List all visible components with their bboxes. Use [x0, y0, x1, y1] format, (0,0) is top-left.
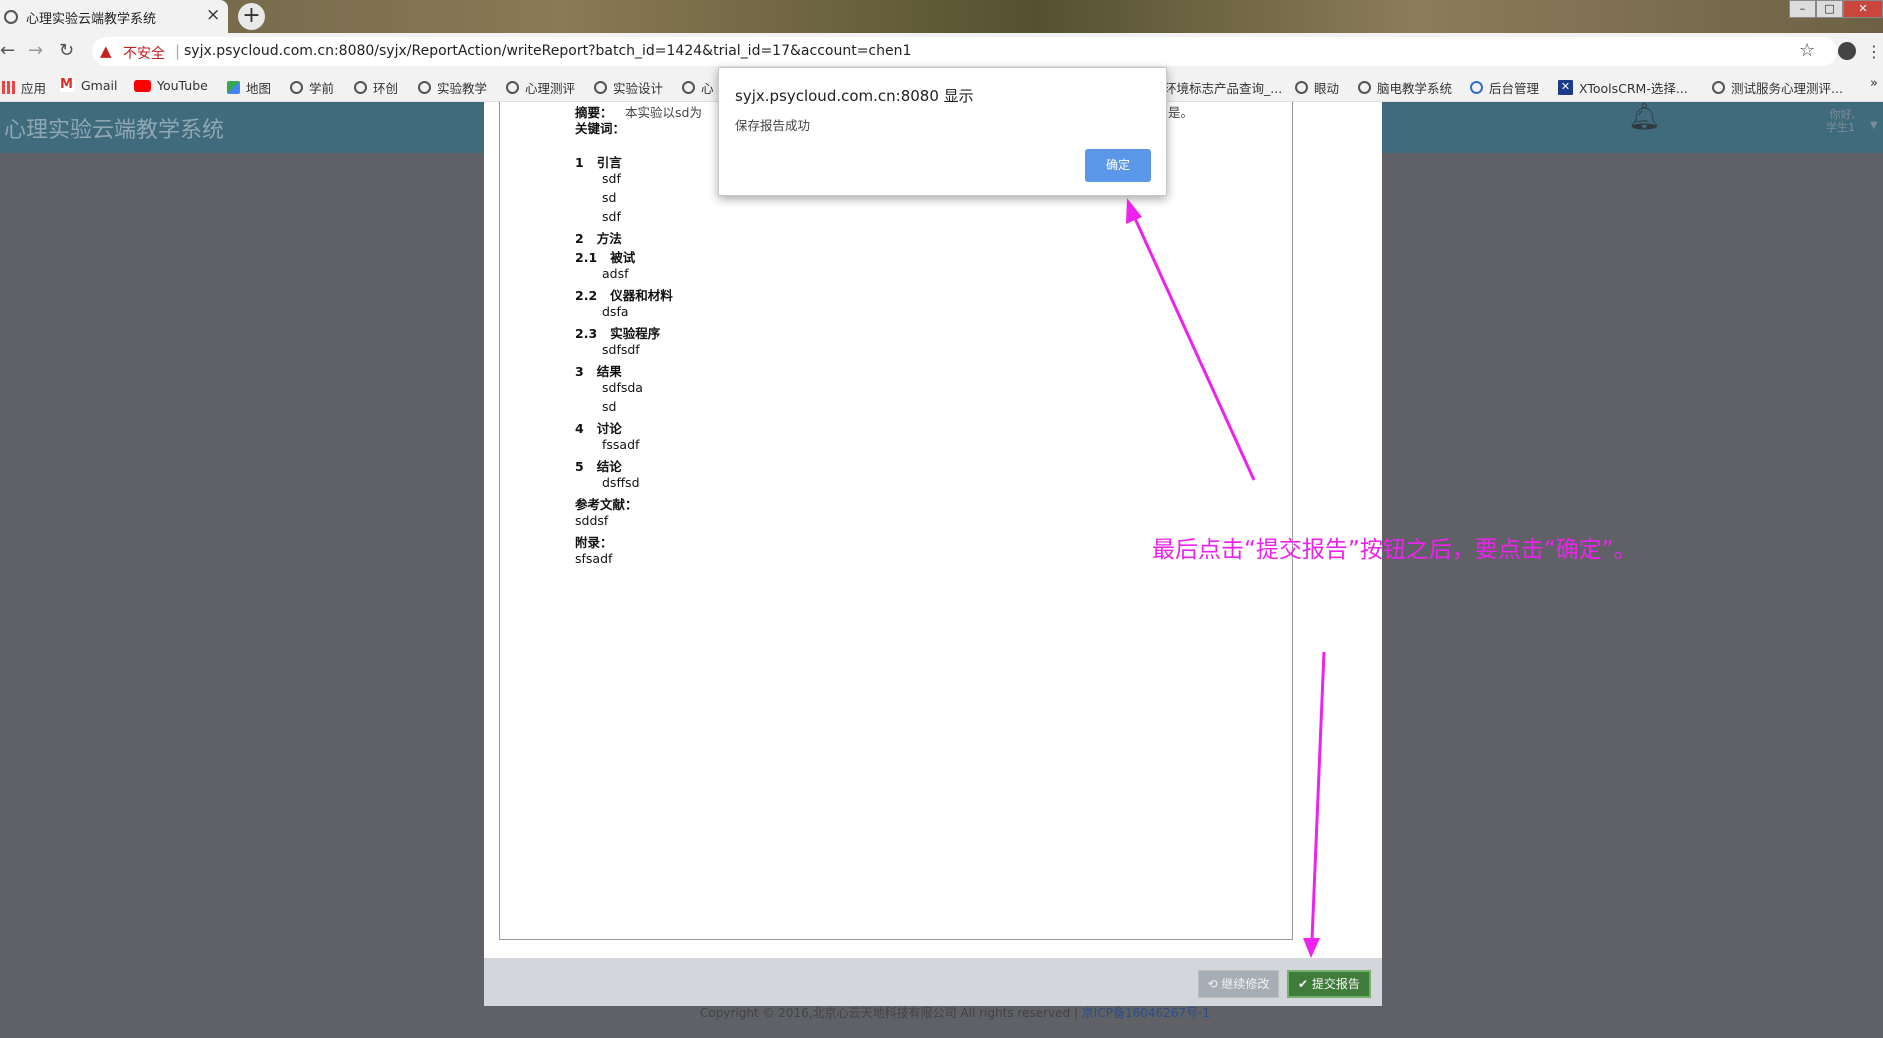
icp-link[interactable]: 京ICP备16046267号-1 [1082, 1006, 1210, 1020]
chevron-down-icon[interactable]: ▼ [1870, 120, 1878, 131]
youtube-icon [134, 79, 151, 92]
bookmark-test-service[interactable]: 测试服务心理测评... [1712, 78, 1843, 97]
browser-toolbar: ← → ↻ ▲ 不安全 | syjx.psycloud.com.cn:8080/… [0, 33, 1883, 70]
dialog-message: 保存报告成功 [735, 118, 811, 133]
divider: | [175, 42, 181, 60]
globe-icon [1470, 81, 1483, 94]
globe-icon [418, 81, 431, 94]
gmail-icon: M [60, 78, 75, 92]
account-icon[interactable] [1838, 42, 1856, 60]
close-window-button[interactable]: ✕ [1843, 0, 1883, 18]
new-tab-button[interactable]: + [238, 3, 265, 30]
bookmark-apps[interactable]: 应用 [2, 78, 46, 97]
ok-button[interactable]: 确定 [1085, 149, 1151, 182]
section-text: sdf [602, 209, 621, 224]
instruction-annotation: 最后点击“提交报告”按钮之后，要点击“确定”。 [1152, 537, 1637, 563]
bookmark-star-icon[interactable]: ☆ [1799, 40, 1815, 61]
bookmark-eco-label[interactable]: 环境标志产品查询_... [1164, 78, 1282, 97]
section-heading: 1 引言 [575, 155, 622, 170]
bookmark-psych-assessment[interactable]: 心理测评 [506, 78, 575, 97]
minimize-button[interactable]: – [1789, 0, 1816, 18]
bookmark-huanchuang[interactable]: 环创 [354, 78, 398, 97]
more-bookmarks-icon[interactable]: » [1870, 76, 1878, 91]
appendix-label: 附录： [575, 535, 613, 550]
bookmark-admin[interactable]: 后台管理 [1470, 78, 1539, 97]
section-text: sdf [602, 171, 621, 186]
reload-icon[interactable]: ↻ [59, 40, 74, 61]
section-text: sd [602, 399, 617, 414]
bookmark-xtools[interactable]: ✕ XToolsCRM-选择... [1558, 78, 1688, 97]
globe-icon [1358, 81, 1371, 94]
section-text: dsffsd [602, 475, 640, 490]
copyright-footer: Copyright © 2016,北京心云天地科技有限公司 All rights… [700, 1006, 1210, 1020]
section-heading: 5 结论 [575, 459, 622, 474]
site-title: 心理实验云端教学系统 [4, 118, 225, 143]
globe-icon [594, 81, 607, 94]
section-text: sdfsdf [602, 342, 640, 357]
dialog-title: syjx.psycloud.com.cn:8080 显示 [735, 87, 974, 105]
bookmark-youtube[interactable]: YouTube [134, 78, 208, 93]
section-heading: 4 讨论 [575, 421, 622, 436]
close-tab-icon[interactable]: × [206, 5, 220, 25]
globe-icon [1712, 81, 1725, 94]
section-heading: 2.3 实验程序 [575, 326, 661, 341]
alert-dialog: syjx.psycloud.com.cn:8080 显示 保存报告成功 确定 [718, 67, 1167, 196]
bookmark-maps[interactable]: 地图 [227, 78, 271, 97]
section-text: sd [602, 190, 617, 205]
section-heading: 2 方法 [575, 231, 622, 246]
warning-icon: ▲ [100, 42, 112, 60]
section-heading: 2.1 被试 [575, 250, 636, 265]
section-text: adsf [602, 266, 629, 281]
section-text: fssadf [602, 437, 640, 452]
appendix-text: sfsadf [575, 551, 613, 566]
bookmark-experiment-design[interactable]: 实验设计 [594, 78, 663, 97]
maps-icon [227, 81, 240, 94]
bookmark-xueqian[interactable]: 学前 [290, 78, 334, 97]
xtools-icon: ✕ [1558, 80, 1573, 95]
bell-icon[interactable]: 🔔︎ [1628, 102, 1661, 132]
address-bar[interactable]: ▲ 不安全 | syjx.psycloud.com.cn:8080/syjx/R… [92, 37, 1837, 66]
user-greeting[interactable]: 你好, 学生1 [1826, 108, 1855, 134]
bookmark-eeg[interactable]: 脑电教学系统 [1358, 78, 1452, 97]
globe-icon [682, 81, 695, 94]
bookmark-eye-tracking[interactable]: 眼动 [1295, 78, 1339, 97]
references-text: sddsf [575, 513, 609, 528]
browser-tab[interactable]: 心理实验云端教学系统 × [0, 0, 228, 33]
continue-edit-button[interactable]: ⟲ 继续修改 [1198, 970, 1279, 998]
report-document: 摘要： 本实验以sd为 是。 关键词： 1 引言 sdf sd sdf 2 方法… [499, 102, 1293, 940]
section-heading: 2.2 仪器和材料 [575, 288, 673, 303]
abstract-tail: 是。 [1168, 105, 1194, 120]
url-text[interactable]: syjx.psycloud.com.cn:8080/syjx/ReportAct… [184, 43, 911, 59]
globe-icon [506, 81, 519, 94]
window-controls: – □ ✕ [1789, 0, 1883, 18]
section-text: sdfsda [602, 380, 643, 395]
browser-menu-icon[interactable]: ⋮ [1866, 42, 1882, 61]
bookmark-experiment-teaching[interactable]: 实验教学 [418, 78, 487, 97]
references-label: 参考文献： [575, 497, 638, 512]
back-arrow-icon[interactable]: ← [0, 40, 15, 61]
apps-icon [2, 81, 15, 94]
globe-icon [4, 10, 18, 24]
globe-icon [1295, 81, 1308, 94]
tab-title: 心理实验云端教学系统 [26, 12, 157, 27]
submit-report-button[interactable]: ✔ 提交报告 [1287, 970, 1371, 998]
bookmark-xin[interactable]: 心 [682, 78, 714, 97]
maximize-button[interactable]: □ [1816, 0, 1843, 18]
keywords-label: 关键词： [575, 121, 626, 136]
forward-arrow-icon[interactable]: → [28, 40, 43, 61]
globe-icon [290, 81, 303, 94]
report-action-bar: ⟲ 继续修改 ✔ 提交报告 [484, 958, 1382, 1006]
abstract-text: 本实验以sd为 [625, 105, 702, 120]
section-heading: 3 结果 [575, 364, 622, 379]
bookmark-gmail[interactable]: M Gmail [60, 78, 117, 93]
insecure-label[interactable]: 不安全 [123, 43, 165, 63]
browser-tab-strip: 心理实验云端教学系统 × + – □ ✕ [0, 0, 1883, 33]
section-text: dsfa [602, 304, 629, 319]
globe-icon [354, 81, 367, 94]
